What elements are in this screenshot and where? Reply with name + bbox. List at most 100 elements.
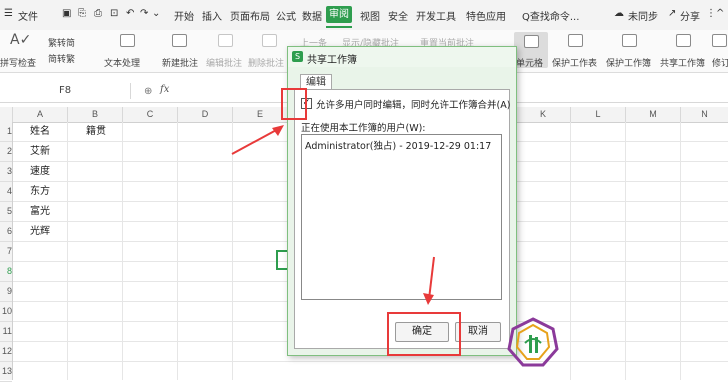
grid-line	[13, 361, 728, 362]
save-icon[interactable]: ▣	[62, 8, 71, 19]
export-icon[interactable]: ⎘	[78, 8, 86, 19]
search-command[interactable]: Q查找命令...	[522, 8, 579, 23]
collapse-ribbon-icon[interactable]: ^	[716, 8, 724, 19]
redo-icon[interactable]: ↷	[140, 8, 148, 19]
dropdown-icon[interactable]: ⌄	[152, 8, 160, 19]
share-workbook-icon[interactable]	[676, 34, 691, 47]
cell-a1[interactable]: 姓名	[30, 122, 50, 141]
cell-a6[interactable]: 光辉	[30, 222, 50, 241]
grid-line	[232, 122, 233, 380]
cell-a2[interactable]: 艾新	[30, 142, 50, 161]
edit-comment-button: 编辑批注	[206, 59, 243, 69]
tab-data[interactable]: 数据	[302, 8, 322, 23]
row-header-selected[interactable]: 8	[0, 262, 12, 282]
doc-process-button[interactable]: 文本处理	[104, 56, 140, 69]
dialog-title: 共享工作簿	[307, 55, 357, 66]
column-header[interactable]: D	[178, 107, 233, 122]
lock-cell-icon[interactable]	[524, 35, 539, 48]
edit-comment-icon	[218, 34, 233, 47]
cell-b1[interactable]: 籍贯	[86, 122, 106, 141]
protect-workbook-button[interactable]: 保护工作簿	[606, 56, 651, 69]
tab-features[interactable]: 特色应用	[466, 8, 506, 23]
grid-line	[625, 122, 626, 380]
annotation-arrow-icon	[231, 125, 284, 155]
dialog-titlebar[interactable]: S 共享工作簿	[288, 47, 516, 67]
revise-button[interactable]: 修订	[712, 56, 728, 69]
column-header[interactable]: N	[681, 107, 728, 122]
column-header[interactable]: M	[626, 107, 681, 122]
delete-comment-button: 删除批注	[248, 59, 285, 69]
spell-check-button[interactable]: 拼写检查	[0, 56, 36, 69]
trad-to-simp-button[interactable]: 繁转简	[48, 36, 75, 49]
share-button[interactable]: 分享	[680, 8, 700, 23]
protect-sheet-icon[interactable]	[568, 34, 583, 47]
zoom-icon[interactable]: ⊕	[144, 86, 152, 97]
annotation-box-checkbox	[281, 88, 307, 120]
allow-multi-user-label[interactable]: 允许多用户同时编辑，同时允许工作簿合并(A)	[316, 97, 510, 111]
dialog-panel: ✓ 允许多用户同时编辑，同时允许工作簿合并(A) 正在使用本工作簿的用户(W):…	[294, 89, 510, 349]
cell-a4[interactable]: 东方	[30, 182, 50, 201]
grid-line	[680, 122, 681, 380]
new-comment-button[interactable]: 新建批注	[162, 56, 198, 69]
cloud-icon[interactable]: ☁	[614, 8, 624, 19]
tab-insert[interactable]: 插入	[202, 8, 222, 23]
grid-line	[122, 122, 123, 380]
tab-view[interactable]: 视图	[360, 8, 380, 23]
row-header[interactable]: 11	[0, 322, 12, 342]
column-header[interactable]: A	[13, 107, 68, 122]
revise-icon[interactable]	[712, 34, 727, 47]
row-header[interactable]: 1	[0, 122, 12, 142]
preview-icon[interactable]: ⊡	[110, 8, 118, 19]
cell-a5[interactable]: 富光	[30, 202, 50, 221]
name-box[interactable]: F8	[0, 83, 131, 99]
spell-check-icon[interactable]: A✓	[10, 32, 31, 48]
protect-sheet-button[interactable]: 保护工作表	[552, 56, 597, 69]
row-header[interactable]: 6	[0, 222, 12, 242]
new-comment-icon[interactable]	[172, 34, 187, 47]
column-header[interactable]: K	[516, 107, 571, 122]
print-icon[interactable]: ⎙	[94, 8, 102, 19]
doc-process-icon[interactable]	[120, 34, 135, 47]
row-header[interactable]: 4	[0, 182, 12, 202]
row-header[interactable]: 2	[0, 142, 12, 162]
column-header[interactable]: C	[123, 107, 178, 122]
lock-cell-button[interactable]: 单元格	[516, 56, 543, 69]
protect-workbook-icon[interactable]	[622, 34, 637, 47]
row-header[interactable]: 13	[0, 362, 12, 382]
hamburger-icon[interactable]: ☰	[4, 8, 13, 19]
grid-line	[177, 122, 178, 380]
delete-comment-icon	[262, 34, 277, 47]
simp-to-trad-button[interactable]: 简转繁	[48, 52, 75, 65]
row-header[interactable]: 3	[0, 162, 12, 182]
tab-home[interactable]: 开始	[174, 8, 194, 23]
cancel-button[interactable]: 取消	[455, 322, 501, 342]
column-header[interactable]: B	[68, 107, 123, 122]
file-menu[interactable]: 文件	[18, 8, 38, 23]
row-header[interactable]: 10	[0, 302, 12, 322]
tab-security[interactable]: 安全	[388, 8, 408, 23]
select-all-corner[interactable]	[0, 107, 13, 122]
row-header[interactable]: 12	[0, 342, 12, 362]
more-icon[interactable]: ⋮	[706, 8, 716, 19]
share-workbook-button[interactable]: 共享工作簿	[660, 56, 705, 69]
row-header[interactable]: 9	[0, 282, 12, 302]
menu-bar: ☰ 文件 ▣ ⎘ ⎙ ⊡ ↶ ↷ ⌄ 开始 插入 页面布局 公式 数据 审阅 视…	[0, 0, 728, 31]
undo-icon[interactable]: ↶	[126, 8, 134, 19]
tab-formula[interactable]: 公式	[276, 8, 296, 23]
share-workbook-dialog: S 共享工作簿 编辑 ✓ 允许多用户同时编辑，同时允许工作簿合并(A) 正在使用…	[287, 46, 517, 356]
tab-page-layout[interactable]: 页面布局	[230, 8, 270, 23]
user-list-item[interactable]: Administrator(独占) - 2019-12-29 01:17	[305, 138, 491, 152]
fx-icon[interactable]: fx	[160, 84, 169, 95]
tab-developer[interactable]: 开发工具	[416, 8, 456, 23]
sync-status[interactable]: 未同步	[628, 8, 658, 23]
row-header[interactable]: 5	[0, 202, 12, 222]
column-header[interactable]: L	[571, 107, 626, 122]
wps-sheet-icon: S	[292, 51, 303, 62]
annotation-arrow-icon	[423, 256, 435, 305]
row-header[interactable]: 7	[0, 242, 12, 262]
annotation-box-ok	[387, 312, 461, 356]
share-icon[interactable]: ↗	[668, 8, 676, 19]
tab-review[interactable]: 审阅	[326, 6, 352, 28]
cell-a3[interactable]: 速度	[30, 162, 50, 181]
users-list[interactable]: Administrator(独占) - 2019-12-29 01:17	[301, 134, 502, 300]
